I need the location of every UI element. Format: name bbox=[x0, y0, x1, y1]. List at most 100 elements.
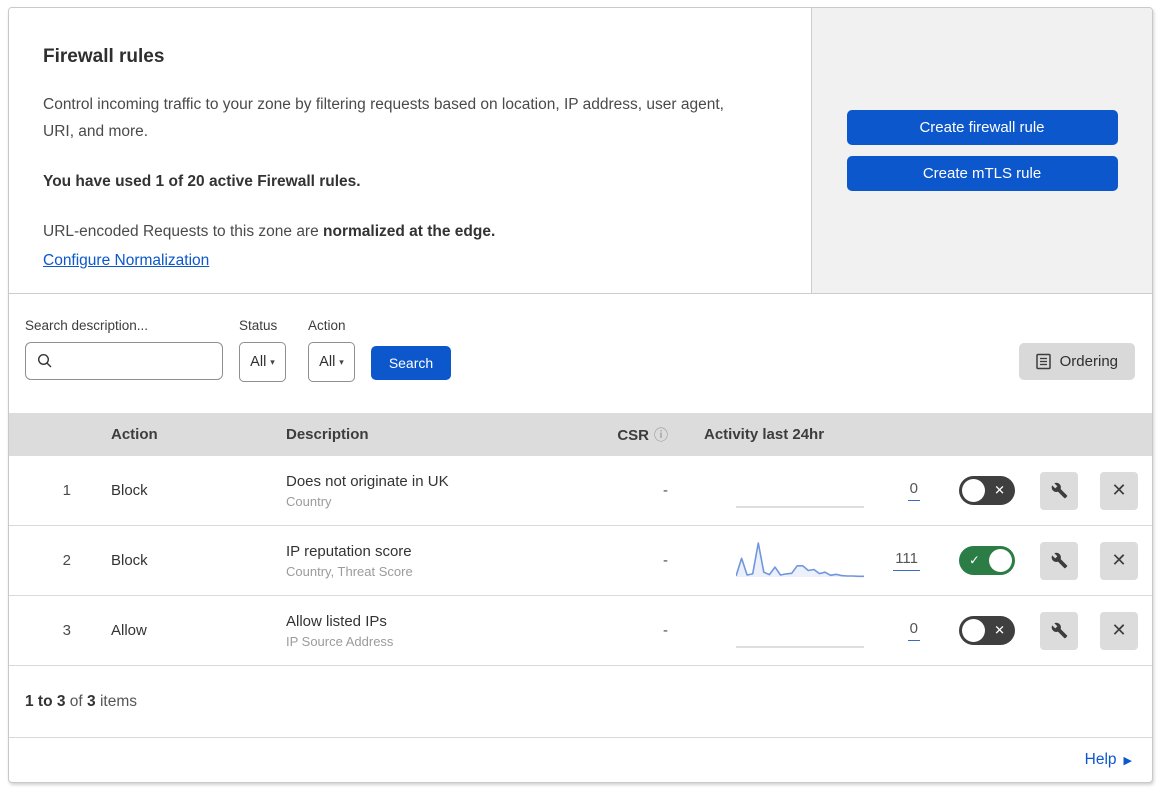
search-label: Search description... bbox=[25, 318, 149, 333]
rule-description-cell: Does not originate in UK Country bbox=[274, 473, 578, 509]
toggle-state-icon: ✓ bbox=[969, 552, 980, 568]
rule-toggle-cell: ✕ bbox=[942, 476, 1032, 505]
status-filter-group: Status All ▾ bbox=[239, 318, 286, 382]
rule-csr-value: - bbox=[663, 482, 668, 499]
edit-rule-button[interactable] bbox=[1040, 541, 1078, 580]
search-icon bbox=[37, 353, 53, 369]
status-dropdown-value: All bbox=[250, 354, 267, 370]
rule-toggle[interactable]: ✕ bbox=[959, 616, 1015, 645]
toggle-knob bbox=[962, 619, 985, 642]
edit-rule-button[interactable] bbox=[1040, 471, 1078, 510]
rule-fields: Country bbox=[286, 493, 332, 509]
rule-delete-cell: ✕ bbox=[1086, 611, 1152, 650]
close-icon: ✕ bbox=[1111, 550, 1127, 570]
activity-count-link[interactable]: 0 bbox=[907, 480, 920, 501]
rule-number: 2 bbox=[62, 552, 71, 569]
column-header-action: Action bbox=[111, 426, 158, 443]
normalization-note-bold: normalized at the edge. bbox=[323, 223, 496, 241]
activity-count-link[interactable]: 0 bbox=[907, 620, 920, 641]
rule-activity-cell: 0 bbox=[690, 609, 942, 653]
rule-action: Allow bbox=[111, 622, 147, 639]
items-range: 1 to 3 bbox=[25, 692, 66, 710]
configure-normalization-link[interactable]: Configure Normalization bbox=[43, 252, 209, 270]
rule-toggle[interactable]: ✕ bbox=[959, 476, 1015, 505]
column-header-csr: CSR ⓘ bbox=[578, 425, 690, 445]
rule-toggle[interactable]: ✓ bbox=[959, 546, 1015, 575]
table-header: Action Description CSR ⓘ Activity last 24… bbox=[9, 413, 1152, 456]
close-icon: ✕ bbox=[1111, 620, 1127, 640]
items-word: items bbox=[95, 692, 137, 710]
action-label: Action bbox=[308, 318, 346, 333]
table-row: 1 Block Does not originate in UK Country… bbox=[9, 456, 1152, 526]
action-dropdown[interactable]: All ▾ bbox=[308, 342, 355, 382]
rule-delete-cell: ✕ bbox=[1086, 541, 1152, 580]
search-input[interactable] bbox=[61, 353, 222, 369]
toggle-state-icon: ✕ bbox=[994, 482, 1005, 498]
rule-csr-value: - bbox=[663, 622, 668, 639]
header-text-block: Firewall rules Control incoming traffic … bbox=[9, 8, 811, 293]
delete-rule-button[interactable]: ✕ bbox=[1100, 541, 1138, 580]
table-row: 2 Block IP reputation score Country, Thr… bbox=[9, 526, 1152, 596]
rule-description: Does not originate in UK bbox=[286, 472, 449, 490]
page-description: Control incoming traffic to your zone by… bbox=[43, 96, 724, 140]
rules-table-body: 1 Block Does not originate in UK Country… bbox=[9, 456, 1152, 666]
action-filter-group: Action All ▾ bbox=[308, 318, 355, 382]
chevron-down-icon: ▾ bbox=[270, 356, 275, 367]
column-header-activity: Activity last 24hr bbox=[704, 426, 825, 443]
edit-rule-button[interactable] bbox=[1040, 611, 1078, 650]
toggle-state-icon: ✕ bbox=[994, 622, 1005, 638]
rule-action: Block bbox=[111, 552, 148, 569]
rule-fields: Country, Threat Score bbox=[286, 563, 413, 579]
activity-count-link[interactable]: 111 bbox=[893, 550, 920, 571]
activity-sparkline bbox=[736, 609, 864, 653]
delete-rule-button[interactable]: ✕ bbox=[1100, 611, 1138, 650]
wrench-icon bbox=[1051, 622, 1068, 639]
table-row: 3 Allow Allow listed IPs IP Source Addre… bbox=[9, 596, 1152, 666]
wrench-icon bbox=[1051, 482, 1068, 499]
csr-header-label: CSR bbox=[617, 426, 649, 444]
info-icon[interactable]: ⓘ bbox=[654, 427, 668, 443]
rule-description-cell: IP reputation score Country, Threat Scor… bbox=[274, 543, 578, 579]
rule-action: Block bbox=[111, 482, 148, 499]
help-link-label: Help bbox=[1084, 751, 1117, 768]
rule-description: Allow listed IPs bbox=[286, 612, 387, 630]
rule-activity-cell: 111 bbox=[690, 539, 942, 583]
action-dropdown-value: All bbox=[319, 354, 336, 370]
page-title: Firewall rules bbox=[43, 46, 165, 67]
header-section: Firewall rules Control incoming traffic … bbox=[9, 8, 1152, 294]
chevron-down-icon: ▾ bbox=[339, 356, 344, 367]
filter-bar: Search description... Status All ▾ Actio… bbox=[9, 294, 1152, 413]
rule-description-cell: Allow listed IPs IP Source Address bbox=[274, 613, 578, 649]
rule-edit-cell bbox=[1032, 471, 1086, 510]
arrow-right-icon: ▶ bbox=[1123, 754, 1132, 767]
toggle-knob bbox=[962, 479, 985, 502]
activity-sparkline bbox=[736, 469, 864, 513]
create-firewall-rule-button[interactable]: Create firewall rule bbox=[846, 110, 1118, 145]
help-row: Help ▶ bbox=[9, 738, 1152, 782]
ordering-button[interactable]: Ordering bbox=[1018, 343, 1135, 380]
normalization-note-text: URL-encoded Requests to this zone are bbox=[43, 223, 324, 241]
create-mtls-rule-button[interactable]: Create mTLS rule bbox=[846, 156, 1118, 191]
pagination-summary: 1 to 3 of 3 items bbox=[9, 666, 1152, 738]
toggle-knob bbox=[989, 549, 1012, 572]
rule-csr-value: - bbox=[663, 552, 668, 569]
search-button[interactable]: Search bbox=[371, 346, 451, 380]
close-icon: ✕ bbox=[1111, 480, 1127, 500]
rule-number: 3 bbox=[62, 622, 71, 639]
search-group: Search description... bbox=[25, 318, 223, 380]
rule-toggle-cell: ✓ bbox=[942, 546, 1032, 575]
rule-fields: IP Source Address bbox=[286, 633, 394, 649]
ordering-list-icon bbox=[1035, 353, 1051, 370]
delete-rule-button[interactable]: ✕ bbox=[1100, 471, 1138, 510]
actions-panel: Create firewall rule Create mTLS rule bbox=[811, 8, 1152, 293]
wrench-icon bbox=[1051, 552, 1068, 569]
normalization-note: URL-encoded Requests to this zone are no… bbox=[43, 223, 771, 241]
help-link[interactable]: Help ▶ bbox=[1085, 751, 1132, 769]
status-dropdown[interactable]: All ▾ bbox=[239, 342, 286, 382]
usage-summary: You have used 1 of 20 active Firewall ru… bbox=[43, 173, 361, 191]
rule-description: IP reputation score bbox=[286, 542, 412, 560]
search-box[interactable] bbox=[25, 342, 223, 380]
rule-toggle-cell: ✕ bbox=[942, 616, 1032, 645]
items-total: 3 bbox=[87, 692, 96, 710]
rule-edit-cell bbox=[1032, 541, 1086, 580]
